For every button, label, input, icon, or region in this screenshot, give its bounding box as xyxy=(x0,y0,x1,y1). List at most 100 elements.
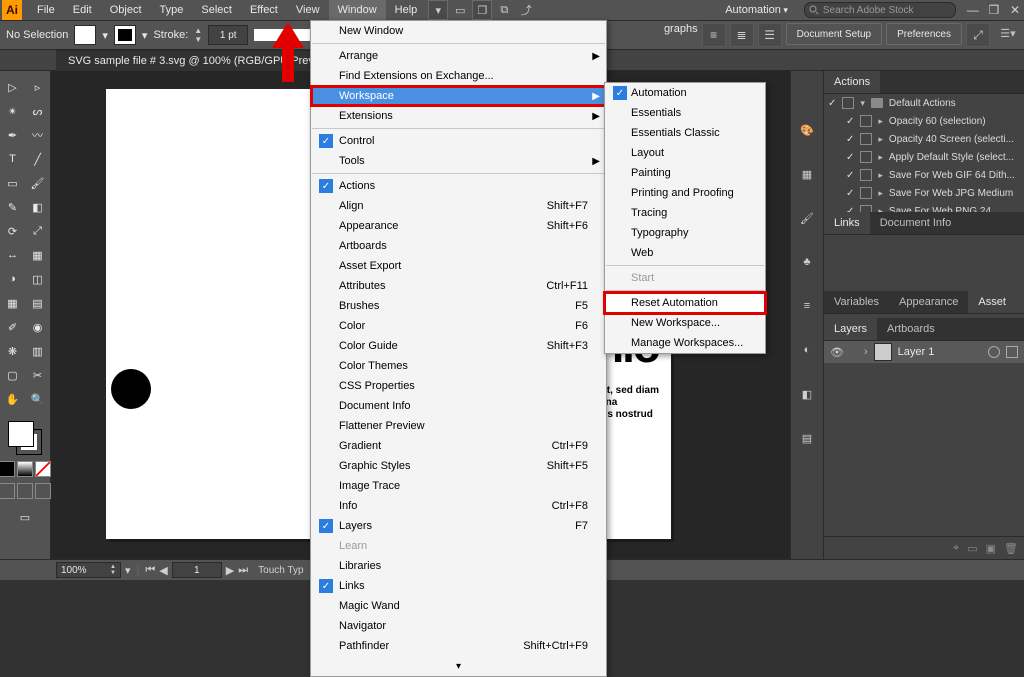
line-tool[interactable]: ╱ xyxy=(26,147,50,171)
new-sublayer-icon[interactable]: ▭ xyxy=(967,542,977,555)
action-row[interactable]: ✓▸Opacity 40 Screen (selecti... xyxy=(824,130,1024,148)
window-menu-item[interactable]: Flattener Preview xyxy=(311,416,606,436)
tab-links[interactable]: Links xyxy=(824,212,870,234)
draw-behind-icon[interactable] xyxy=(17,483,33,499)
window-menu-item[interactable]: Find Extensions on Exchange... xyxy=(311,66,606,86)
zoom-tool[interactable]: 🔍 xyxy=(26,387,50,411)
hand-tool[interactable]: ✋ xyxy=(1,387,25,411)
tab-appearance[interactable]: Appearance xyxy=(889,291,968,313)
tab-layers[interactable]: Layers xyxy=(824,318,877,340)
isolate-icon[interactable]: ⤢ xyxy=(966,23,990,47)
fill-swatch[interactable] xyxy=(74,25,96,45)
tab-actions[interactable]: Actions xyxy=(824,71,880,93)
window-menu-item[interactable]: Image Trace xyxy=(311,476,606,496)
menu-type[interactable]: Type xyxy=(151,0,193,20)
symbols-panel-icon[interactable]: ♣ xyxy=(796,251,818,273)
minimize-button[interactable]: — xyxy=(964,3,982,17)
slice-tool[interactable]: ✂ xyxy=(26,363,50,387)
workspace-item[interactable]: Layout xyxy=(605,143,765,163)
workspace-item[interactable]: Printing and Proofing xyxy=(605,183,765,203)
workspace-switcher[interactable]: Automation xyxy=(717,4,796,16)
direct-selection-tool[interactable]: ▹ xyxy=(26,75,50,99)
align-panel-icon[interactable]: ▤ xyxy=(796,427,818,449)
tab-asset-export[interactable]: Asset Export xyxy=(968,291,1024,313)
rocket-icon[interactable]: ⤴ xyxy=(516,0,536,20)
delete-layer-icon[interactable]: 🗑 xyxy=(1004,542,1018,555)
perspective-tool[interactable]: ◫ xyxy=(26,267,50,291)
locate-layer-icon[interactable]: ⌖ xyxy=(953,542,959,555)
rotate-tool[interactable]: ⟳ xyxy=(1,219,25,243)
artboard-nav-next-icon[interactable]: ▶ xyxy=(226,564,234,577)
menu-effect[interactable]: Effect xyxy=(241,0,287,20)
draw-normal-icon[interactable] xyxy=(0,483,15,499)
workspace-item[interactable]: Essentials xyxy=(605,103,765,123)
window-menu-item[interactable]: Color GuideShift+F3 xyxy=(311,336,606,356)
menu-scroll-down-icon[interactable]: ▾ xyxy=(311,656,606,676)
action-row[interactable]: ✓▸Save For Web PNG 24 xyxy=(824,202,1024,212)
gpu-icon[interactable]: ⧉ xyxy=(494,0,514,20)
window-menu-item[interactable]: LayersF7 xyxy=(311,516,606,536)
curvature-tool[interactable]: 〰 xyxy=(26,123,50,147)
window-menu-item[interactable]: PathfinderShift+Ctrl+F9 xyxy=(311,636,606,656)
reset-workspace-item[interactable]: Reset Automation xyxy=(605,293,765,313)
window-menu-item[interactable]: Graphic StylesShift+F5 xyxy=(311,456,606,476)
menu-view[interactable]: View xyxy=(287,0,329,20)
workspace-item[interactable]: Automation xyxy=(605,83,765,103)
artboard-nav-first-icon[interactable]: ⏮ xyxy=(145,564,155,577)
fill-stroke-indicator[interactable] xyxy=(6,419,44,457)
tab-variables[interactable]: Variables xyxy=(824,291,889,313)
document-setup-button[interactable]: Document Setup xyxy=(786,23,883,45)
symbol-sprayer-tool[interactable]: ❋ xyxy=(1,339,25,363)
transparency-panel-icon[interactable]: ◧ xyxy=(796,383,818,405)
menu-overflow-icon[interactable]: ▾ xyxy=(428,0,448,20)
window-menu-item[interactable]: Asset Export xyxy=(311,256,606,276)
window-menu-item[interactable]: Workspace▶ xyxy=(311,86,606,106)
brushes-panel-icon[interactable]: 🖌 xyxy=(796,207,818,229)
column-graph-tool[interactable]: ▥ xyxy=(26,339,50,363)
color-mode-icon[interactable] xyxy=(0,461,15,477)
workspace-item[interactable]: Essentials Classic xyxy=(605,123,765,143)
window-menu-item[interactable]: ColorF6 xyxy=(311,316,606,336)
window-menu-item[interactable]: BrushesF5 xyxy=(311,296,606,316)
window-menu-item[interactable]: Document Info xyxy=(311,396,606,416)
new-workspace-item[interactable]: New Workspace... xyxy=(605,313,765,333)
eraser-tool[interactable]: ◧ xyxy=(26,195,50,219)
free-transform-tool[interactable]: ▦ xyxy=(26,243,50,267)
window-menu-item[interactable]: CSS Properties xyxy=(311,376,606,396)
draw-inside-icon[interactable] xyxy=(35,483,51,499)
window-menu-item[interactable]: Libraries xyxy=(311,556,606,576)
mesh-tool[interactable]: ▦ xyxy=(1,291,25,315)
window-menu-item[interactable]: Color Themes xyxy=(311,356,606,376)
menu-edit[interactable]: Edit xyxy=(64,0,101,20)
menu-object[interactable]: Object xyxy=(101,0,151,20)
stroke-panel-icon[interactable]: ≡ xyxy=(796,295,818,317)
window-menu-item[interactable]: Links xyxy=(311,576,606,596)
blend-tool[interactable]: ◉ xyxy=(26,315,50,339)
magic-wand-tool[interactable]: ✴ xyxy=(1,99,25,123)
artboard-nav-prev-icon[interactable]: ◀ xyxy=(159,564,167,577)
manage-workspaces-item[interactable]: Manage Workspaces... xyxy=(605,333,765,353)
window-menu-item[interactable]: AppearanceShift+F6 xyxy=(311,216,606,236)
window-menu-item[interactable]: Navigator xyxy=(311,616,606,636)
menu-window[interactable]: Window xyxy=(329,0,386,20)
shape-builder-tool[interactable]: ◑ xyxy=(1,267,25,291)
target-icon[interactable] xyxy=(988,346,1000,358)
selection-tool[interactable]: ▷ xyxy=(1,75,25,99)
workspace-item[interactable]: Typography xyxy=(605,223,765,243)
scale-tool[interactable]: ⤢ xyxy=(26,219,50,243)
workspace-item[interactable]: Tracing xyxy=(605,203,765,223)
tab-document-info[interactable]: Document Info xyxy=(870,212,962,234)
arrange-docs-icon[interactable]: ▭ xyxy=(450,0,470,20)
menu-file[interactable]: File xyxy=(28,0,64,20)
maximize-button[interactable]: ❐ xyxy=(985,3,1003,17)
action-row[interactable]: ✓▸Apply Default Style (select... xyxy=(824,148,1024,166)
window-menu-item[interactable]: Extensions▶ xyxy=(311,106,606,126)
artboard-tool[interactable]: ▢ xyxy=(1,363,25,387)
actions-folder[interactable]: ✓▾Default Actions xyxy=(824,94,1024,112)
gradient-panel-icon[interactable]: ◐ xyxy=(796,339,818,361)
rectangle-tool[interactable]: ▭ xyxy=(1,171,25,195)
gear-icon[interactable]: ☰▾ xyxy=(998,23,1018,43)
align-center-icon[interactable]: ≣ xyxy=(730,23,754,47)
type-tool[interactable]: T xyxy=(1,147,25,171)
menu-help[interactable]: Help xyxy=(386,0,427,20)
